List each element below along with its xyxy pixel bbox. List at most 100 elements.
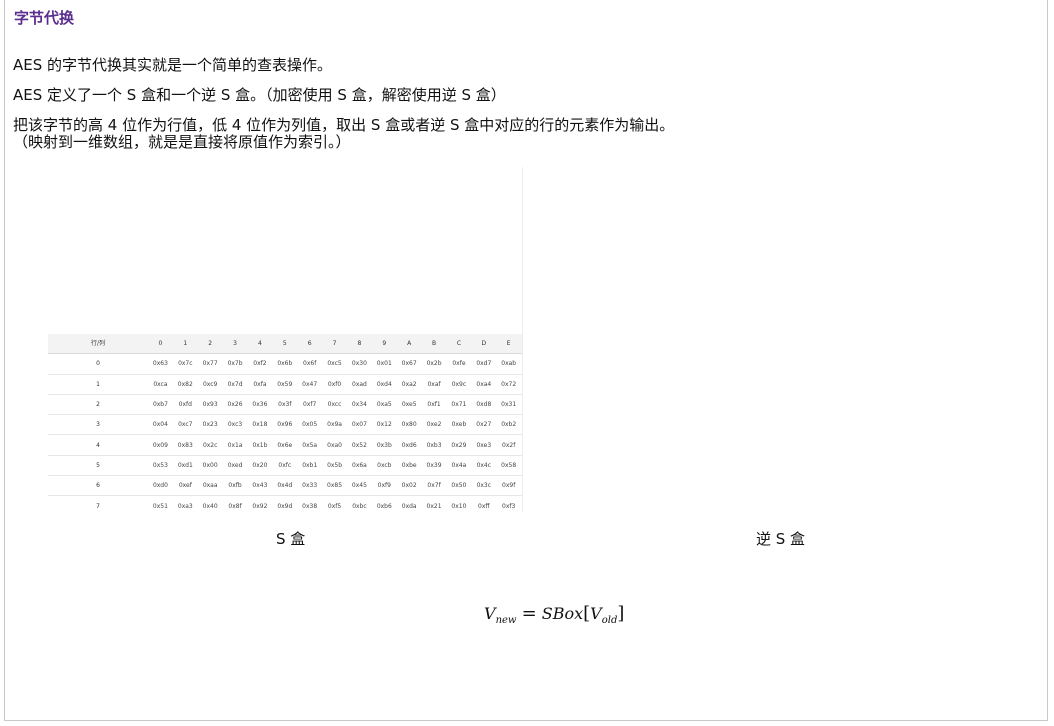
table-cell: 0x6b [272, 353, 298, 375]
header-cell-row-col: 行/列 [48, 334, 148, 355]
formula-arg: V [590, 604, 602, 623]
formula-arg-sub: old [601, 615, 618, 627]
table-cell: 0x31 [496, 394, 522, 416]
table-cell: 0xa5 [371, 394, 397, 416]
table-cell: 0x45 [347, 475, 372, 497]
table-cell: 0x83 [172, 434, 198, 456]
table-cell: 0x02 [396, 475, 422, 497]
table-cell: 0xd1 [172, 455, 198, 477]
table-cell: 0xcc [322, 394, 347, 416]
inverse-sbox-table-container[interactable]: 行/列0123456789ABCDEF 00x520x090x6a0xd50x3… [534, 165, 1031, 510]
table-cell: 0xeb [446, 414, 472, 436]
header-cell: 9 [371, 334, 397, 355]
table-cell: 0xa8 [521, 475, 522, 497]
table-cell: 0xf3 [496, 495, 522, 512]
table-cell: 0xda [396, 495, 422, 512]
table-cell: 0xa2 [396, 374, 422, 395]
table-cell: 0xc9 [197, 374, 223, 395]
table-cell: 0x40 [197, 495, 223, 512]
table-cell: 0x20 [247, 455, 273, 477]
table-cell: 0xca [148, 374, 173, 395]
table-cell: 0x15 [521, 394, 522, 416]
header-cell: B [421, 334, 447, 355]
table-cell: 0xc3 [222, 414, 248, 436]
table-cell: 0x77 [197, 353, 223, 375]
table-cell: 0xfb [222, 475, 248, 497]
table-cell: 0x10 [446, 495, 472, 512]
row-label: 6 [48, 475, 148, 497]
table-cell: 0xf9 [371, 475, 397, 497]
table-cell: 0xe2 [421, 414, 447, 436]
table-cell: 0x23 [197, 414, 223, 436]
table-cell: 0x36 [247, 394, 273, 416]
substitution-formula: Vnew = SBox[Vold] [484, 603, 624, 626]
sbox-table-container[interactable]: 行/列0123456789ABCDEF 00x630x7c0x770x7b0xf… [24, 167, 523, 512]
table-cell: 0xfc [272, 455, 298, 477]
table-cell: 0xfe [446, 353, 472, 375]
header-cell: 6 [297, 334, 323, 355]
table-header-row: 行/列0123456789ABCDEF [48, 334, 522, 355]
table-cell: 0x09 [148, 434, 173, 456]
table-cell: 0xcb [371, 455, 397, 477]
header-cell: C [446, 334, 472, 355]
formula-equals: = [521, 603, 537, 624]
table-cell: 0x30 [347, 353, 372, 375]
table-cell: 0x07 [347, 414, 372, 436]
table-row: 5 0x53 0xd1 0x00 0xed 0x20 0xfc 0xb1 0x5b 0x6a 0xc… [48, 455, 522, 477]
table-cell: 0x12 [371, 414, 397, 436]
table-cell: 0x96 [272, 414, 298, 436]
table-row: 3 0x04 0xc7 0x23 0xc3 0x18 0x96 0x05 0x9a 0x07 0x1… [48, 414, 522, 436]
table-row: 1 0xca 0x82 0xc9 0x7d 0xfa 0x59 0x47 0xf0 0xad 0xd… [48, 374, 522, 395]
row-label: 4 [48, 434, 148, 456]
table-cell: 0x72 [496, 374, 522, 395]
table-cell: 0x47 [297, 374, 323, 395]
table-cell: 0x67 [396, 353, 422, 375]
formula-close-bracket: ] [617, 603, 625, 624]
table-cell: 0x21 [421, 495, 447, 512]
table-cell: 0x82 [172, 374, 198, 395]
table-cell: 0x2b [421, 353, 447, 375]
table-cell: 0x1a [222, 434, 248, 456]
table-cell: 0x18 [247, 414, 273, 436]
table-cell: 0xf1 [421, 394, 447, 416]
sbox-caption: S 盒 [276, 530, 306, 548]
table-cell: 0xaa [197, 475, 223, 497]
table-cell: 0x76 [521, 353, 522, 375]
table-row: 7 0x51 0xa3 0x40 0x8f 0x92 0x9d 0x38 0xf5 0xbc 0xb… [48, 495, 522, 512]
table-cell: 0x6a [347, 455, 372, 477]
table-cell: 0xad [347, 374, 372, 395]
table-cell: 0xbe [396, 455, 422, 477]
table-cell: 0x50 [446, 475, 472, 497]
table-cell: 0xb3 [421, 434, 447, 456]
paragraph-sbox-definition: AES 定义了一个 S 盒和一个逆 S 盒。（加密使用 S 盒，解密使用逆 S … [13, 86, 506, 104]
table-cell: 0xaf [421, 374, 447, 395]
row-label: 0 [48, 353, 148, 375]
table-cell: 0x27 [471, 414, 497, 436]
table-cell: 0x93 [197, 394, 223, 416]
row-label: 2 [48, 394, 148, 416]
table-cell: 0x4c [471, 455, 497, 477]
table-cell: 0xa4 [471, 374, 497, 395]
table-cell: 0xb1 [297, 455, 323, 477]
table-cell: 0xb6 [371, 495, 397, 512]
table-cell: 0x7b [222, 353, 248, 375]
table-cell: 0xcf [521, 455, 522, 477]
header-cell: 2 [197, 334, 223, 355]
table-cell: 0xc7 [172, 414, 198, 436]
table-cell: 0x58 [496, 455, 522, 477]
section-title: 字节代换 [14, 9, 75, 27]
formula-function: SBox [541, 604, 584, 623]
table-cell: 0xb7 [148, 394, 173, 416]
table-cell: 0x59 [272, 374, 298, 395]
table-cell: 0x5a [297, 434, 323, 456]
header-cell: 0 [148, 334, 173, 355]
table-cell: 0x2f [496, 434, 522, 456]
table-cell: 0x9c [446, 374, 472, 395]
table-cell: 0xc5 [322, 353, 347, 375]
table-cell: 0x4d [272, 475, 298, 497]
table-cell: 0x9a [322, 414, 347, 436]
table-cell: 0xab [496, 353, 522, 375]
table-cell: 0x9f [496, 475, 522, 497]
row-label: 3 [48, 414, 148, 436]
table-cell: 0x5b [322, 455, 347, 477]
